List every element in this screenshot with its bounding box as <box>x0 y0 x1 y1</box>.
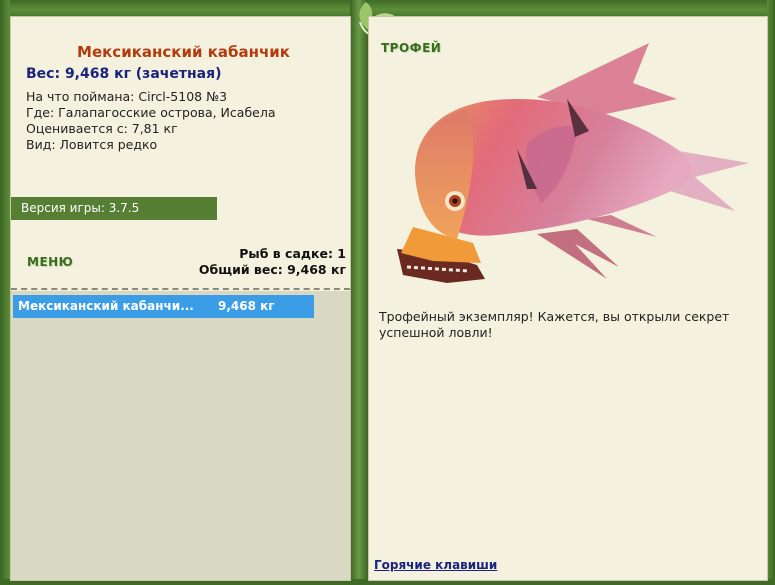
species-rarity-line: Вид: Ловится редко <box>26 137 158 152</box>
divider <box>11 288 350 290</box>
fish-list-item-name: Мексиканский кабанчи... <box>18 299 194 313</box>
trophy-panel: ТРОФЕЙ Трофейный экземпляр! Кажется, вы … <box>368 16 768 581</box>
keepnet-total-weight: Общий вес: 9,468 кг <box>198 262 346 277</box>
hogfish-image <box>397 43 749 283</box>
fish-list-item-weight: 9,468 кг <box>218 299 275 313</box>
fish-weight: Вес: 9,468 кг (зачетная) <box>26 66 222 82</box>
caught-with-line: На что поймана: Circl-5108 №3 <box>26 89 228 104</box>
keepnet-count: Рыб в садке: 1 <box>239 246 346 261</box>
menu-button[interactable]: МЕНЮ <box>27 255 73 269</box>
trophy-message: Трофейный экземпляр! Кажется, вы открыли… <box>379 309 730 340</box>
keepnet-fish-list: Мексиканский кабанчи... 9,468 кг <box>11 291 350 580</box>
left-frame <box>0 0 10 585</box>
trophy-label: ТРОФЕЙ <box>381 41 442 55</box>
location-line: Где: Галапагосские острова, Исабела <box>26 105 276 120</box>
fish-list-item[interactable]: Мексиканский кабанчи... 9,468 кг <box>13 295 314 318</box>
middle-frame <box>350 0 368 585</box>
fish-info-panel: Мексиканский кабанчик Вес: 9,468 кг (зач… <box>10 16 351 581</box>
trophy-threshold-line: Оценивается с: 7,81 кг <box>26 121 178 136</box>
game-version: Версия игры: 3.7.5 <box>11 197 217 220</box>
hotkeys-link[interactable]: Горячие клавиши <box>374 558 497 572</box>
right-frame <box>767 0 775 585</box>
fish-title: Мексиканский кабанчик <box>77 43 290 61</box>
